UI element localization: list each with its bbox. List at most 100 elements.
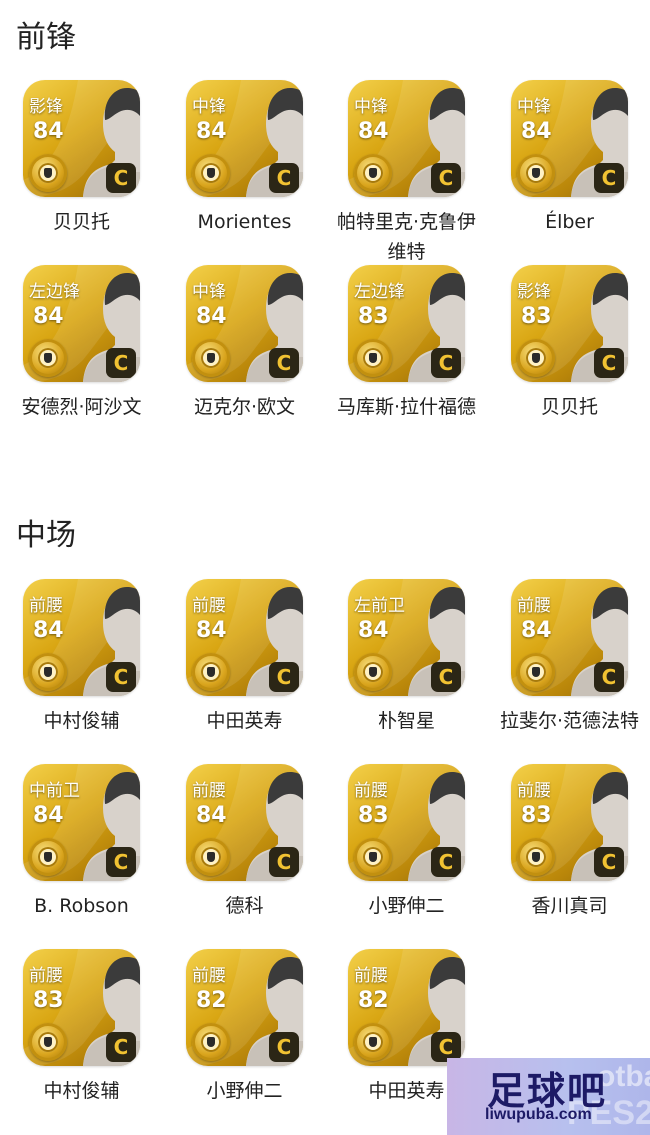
- player-card[interactable]: 中锋 84 C 帕特里克·克鲁伊 维特: [325, 80, 488, 267]
- player-card-image[interactable]: 影锋 83 C: [511, 265, 628, 382]
- club-coin-icon: [517, 653, 555, 691]
- player-card[interactable]: 前腰 84 C 拉斐尔·范德法特: [488, 579, 650, 736]
- player-name: 迈克尔·欧文: [193, 396, 296, 418]
- player-position-label: 左边锋: [29, 282, 80, 302]
- player-name: Élber: [545, 211, 594, 233]
- player-position-label: 前腰: [517, 781, 551, 801]
- player-rating: 84: [33, 119, 64, 144]
- player-grid-midfield: 前腰 84 C 中村俊辅 前腰 84 C 中田英寿 左前卫 84 C 朴智星 前腰 84 C 拉斐尔·范德法特…: [0, 579, 650, 1134]
- player-name: 拉斐尔·范德法特: [499, 710, 640, 732]
- player-name: 帕特里克·克鲁伊 维特: [336, 211, 477, 263]
- player-position-label: 中锋: [192, 282, 226, 302]
- player-card[interactable]: 中锋 84 C 迈克尔·欧文: [163, 265, 326, 422]
- player-card-image[interactable]: 中前卫 84 C: [23, 764, 140, 881]
- player-card-image[interactable]: 左边锋 83 C: [348, 265, 465, 382]
- club-coin-icon: [517, 154, 555, 192]
- player-position-label: 影锋: [29, 97, 63, 117]
- player-card-image[interactable]: 前腰 84 C: [23, 579, 140, 696]
- player-card[interactable]: 左前卫 84 C 朴智星: [325, 579, 488, 736]
- player-card-image[interactable]: 中锋 84 C: [348, 80, 465, 197]
- player-card-image[interactable]: 影锋 84 C: [23, 80, 140, 197]
- tier-badge: C: [431, 847, 461, 877]
- player-rating: 84: [33, 803, 64, 828]
- player-card-image[interactable]: 中锋 84 C: [186, 265, 303, 382]
- player-rating: 83: [358, 803, 389, 828]
- player-rating: 84: [33, 304, 64, 329]
- player-rating: 82: [358, 988, 389, 1013]
- player-position-label: 中锋: [354, 97, 388, 117]
- club-coin-icon: [192, 339, 230, 377]
- player-card-image[interactable]: 左边锋 84 C: [23, 265, 140, 382]
- club-coin-icon: [354, 838, 392, 876]
- player-card[interactable]: 前腰 84 C 中田英寿: [163, 579, 326, 736]
- player-card-image[interactable]: 中锋 84 C: [511, 80, 628, 197]
- player-position-label: 前腰: [517, 596, 551, 616]
- player-card[interactable]: 前腰 84 C 德科: [163, 764, 326, 921]
- player-card[interactable]: 影锋 84 C 贝贝托: [0, 80, 163, 237]
- player-card-image[interactable]: 前腰 82 C: [186, 949, 303, 1066]
- player-rating: 84: [33, 618, 64, 643]
- player-rating: 83: [358, 304, 389, 329]
- section-title-forwards: 前锋: [16, 20, 76, 55]
- club-coin-icon: [192, 653, 230, 691]
- site-watermark: otba PES20 足球吧 liwupuba.com: [447, 1058, 650, 1135]
- player-position-label: 前腰: [192, 596, 226, 616]
- player-card-image[interactable]: 前腰 83 C: [23, 949, 140, 1066]
- club-coin-icon: [517, 838, 555, 876]
- club-coin-icon: [354, 653, 392, 691]
- player-card-image[interactable]: 中锋 84 C: [186, 80, 303, 197]
- player-card-image[interactable]: 前腰 84 C: [186, 764, 303, 881]
- player-card[interactable]: 影锋 83 C 贝贝托: [488, 265, 650, 422]
- player-card[interactable]: 左边锋 84 C 安德烈·阿沙文: [0, 265, 163, 422]
- club-coin-icon: [354, 339, 392, 377]
- player-position-label: 中锋: [192, 97, 226, 117]
- player-name: 安德烈·阿沙文: [21, 396, 142, 418]
- club-coin-icon: [29, 838, 67, 876]
- tier-badge: C: [431, 662, 461, 692]
- player-position-label: 中前卫: [29, 781, 80, 801]
- tier-badge: C: [106, 847, 136, 877]
- player-card-image[interactable]: 左前卫 84 C: [348, 579, 465, 696]
- player-position-label: 前腰: [29, 966, 63, 986]
- player-position-label: 中锋: [517, 97, 551, 117]
- tier-badge: C: [431, 163, 461, 193]
- player-position-label: 前腰: [354, 966, 388, 986]
- club-coin-icon: [192, 154, 230, 192]
- player-name: 小野伸二: [206, 1080, 283, 1102]
- player-rating: 84: [196, 304, 227, 329]
- player-rating: 83: [33, 988, 64, 1013]
- player-card[interactable]: 前腰 83 C 香川真司: [488, 764, 650, 921]
- tier-badge: C: [269, 348, 299, 378]
- player-name: 贝贝托: [52, 211, 110, 233]
- player-position-label: 影锋: [517, 282, 551, 302]
- player-card-image[interactable]: 前腰 82 C: [348, 949, 465, 1066]
- player-card[interactable]: 前腰 82 C 小野伸二: [163, 949, 326, 1106]
- player-rating: 84: [196, 618, 227, 643]
- tier-badge: C: [269, 1032, 299, 1062]
- club-coin-icon: [29, 653, 67, 691]
- player-name: 中田英寿: [206, 710, 283, 732]
- player-name: Morientes: [197, 211, 292, 233]
- player-card-image[interactable]: 前腰 84 C: [186, 579, 303, 696]
- player-card[interactable]: 中锋 84 C Morientes: [163, 80, 326, 237]
- player-card-image[interactable]: 前腰 84 C: [511, 579, 628, 696]
- club-coin-icon: [192, 838, 230, 876]
- watermark-url: liwupuba.com: [485, 1106, 592, 1123]
- player-card[interactable]: 中前卫 84 C B. Robson: [0, 764, 163, 921]
- club-coin-icon: [192, 1023, 230, 1061]
- player-position-label: 前腰: [354, 781, 388, 801]
- club-coin-icon: [354, 1023, 392, 1061]
- player-card[interactable]: 中锋 84 C Élber: [488, 80, 650, 237]
- player-rating: 84: [358, 119, 389, 144]
- player-card-image[interactable]: 前腰 83 C: [511, 764, 628, 881]
- player-card-image[interactable]: 前腰 83 C: [348, 764, 465, 881]
- player-name: 德科: [225, 895, 264, 917]
- tier-badge: C: [106, 163, 136, 193]
- player-card[interactable]: 前腰 83 C 小野伸二: [325, 764, 488, 921]
- player-name: 小野伸二: [368, 895, 445, 917]
- player-card[interactable]: 前腰 84 C 中村俊辅: [0, 579, 163, 736]
- player-name: 朴智星: [377, 710, 435, 732]
- club-coin-icon: [29, 339, 67, 377]
- player-card[interactable]: 前腰 83 C 中村俊辅: [0, 949, 163, 1106]
- player-card[interactable]: 左边锋 83 C 马库斯·拉什福德: [325, 265, 488, 422]
